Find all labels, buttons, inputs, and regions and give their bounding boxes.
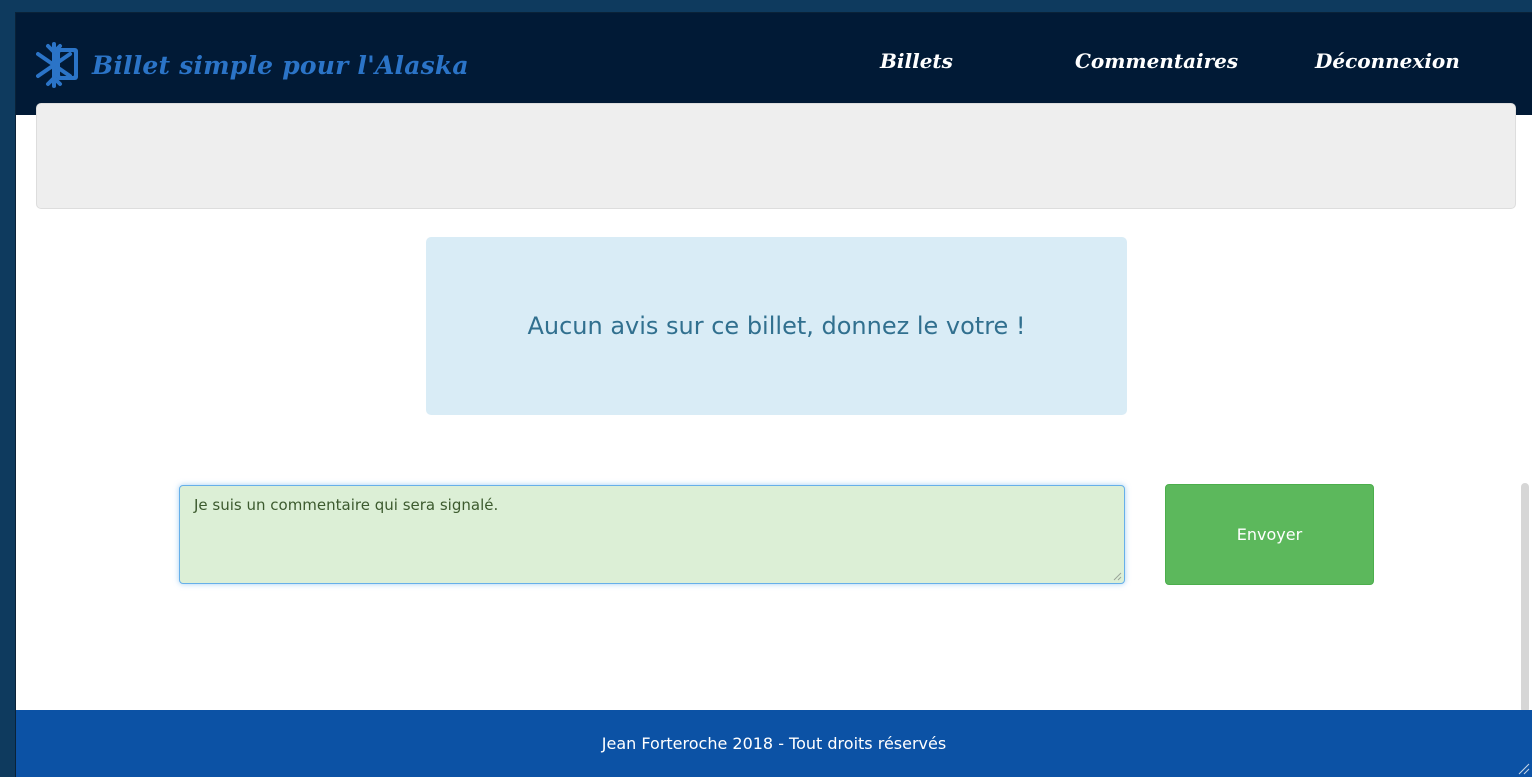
nav-commentaires[interactable]: Commentaires bbox=[1075, 49, 1238, 73]
browser-viewport: Billet simple pour l'Alaska Billets Comm… bbox=[16, 13, 1532, 777]
footer-copyright: Jean Forteroche 2018 - Tout droits réser… bbox=[601, 734, 947, 753]
send-button[interactable]: Envoyer bbox=[1165, 484, 1374, 585]
post-panel bbox=[36, 103, 1516, 209]
no-comments-alert: Aucun avis sur ce billet, donnez le votr… bbox=[426, 237, 1127, 415]
no-comments-message: Aucun avis sur ce billet, donnez le votr… bbox=[527, 312, 1026, 340]
comment-textarea[interactable]: Je suis un commentaire qui sera signalé. bbox=[179, 485, 1125, 584]
nav-billets[interactable]: Billets bbox=[880, 49, 953, 73]
navbar: Billet simple pour l'Alaska Billets Comm… bbox=[16, 13, 1532, 115]
scrollbar[interactable] bbox=[1521, 483, 1529, 713]
footer: Jean Forteroche 2018 - Tout droits réser… bbox=[16, 710, 1532, 777]
resize-grip-icon[interactable] bbox=[1112, 571, 1122, 581]
brand[interactable]: Billet simple pour l'Alaska bbox=[36, 39, 469, 91]
window-resize-icon[interactable] bbox=[1516, 761, 1530, 775]
nav-deconnexion[interactable]: Déconnexion bbox=[1315, 49, 1460, 73]
snowflake-book-icon bbox=[36, 42, 78, 88]
brand-name: Billet simple pour l'Alaska bbox=[92, 50, 469, 80]
